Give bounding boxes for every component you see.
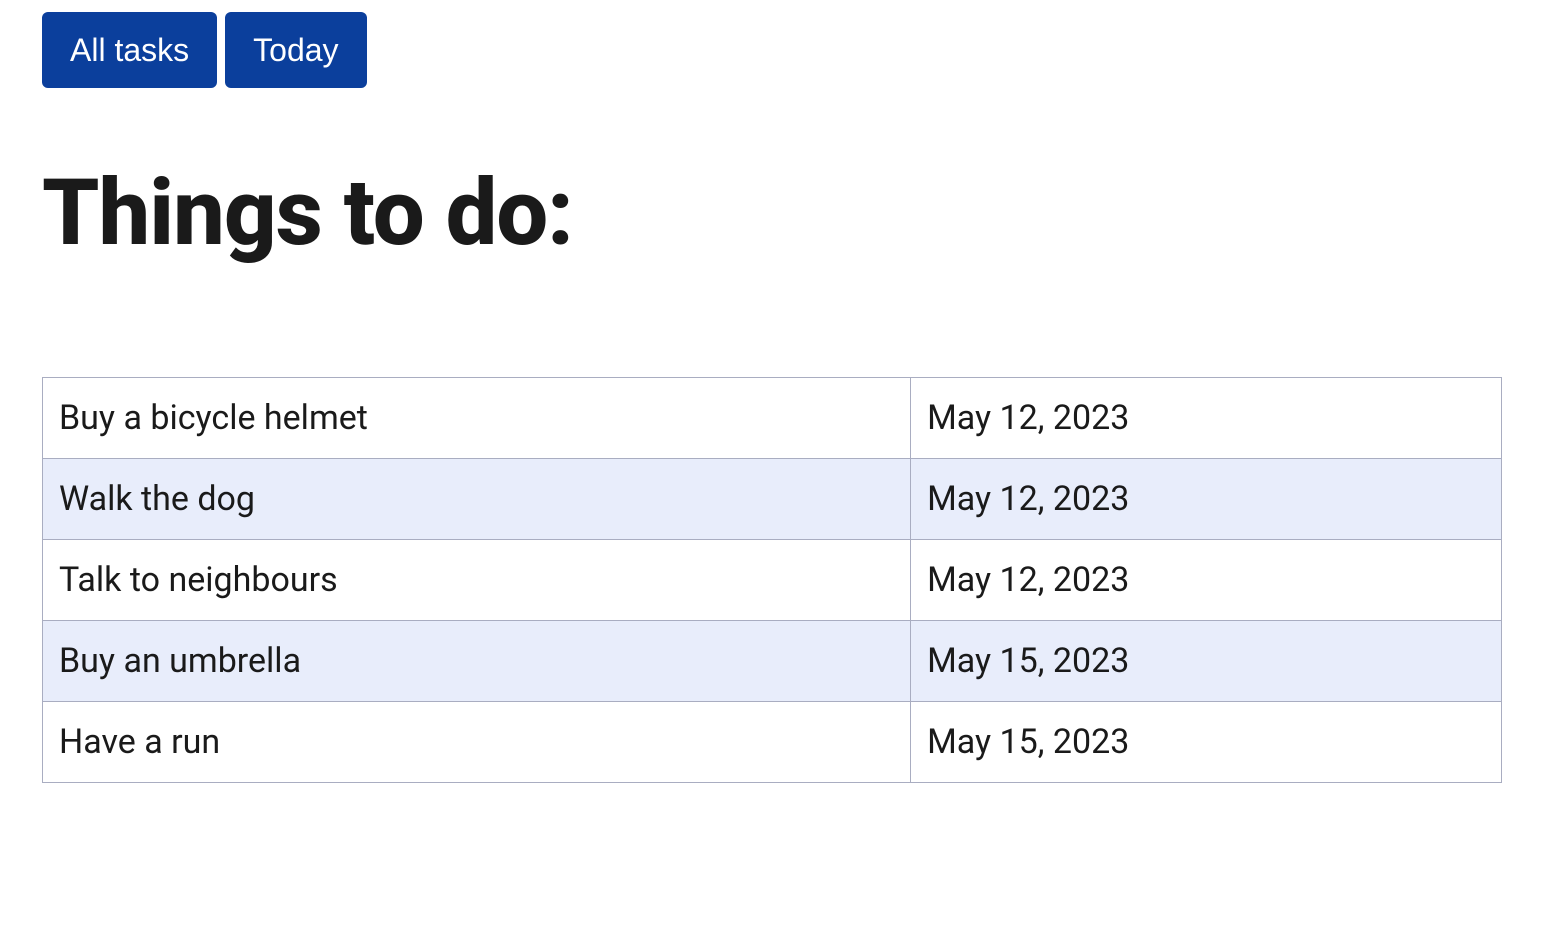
table-row: Buy a bicycle helmet May 12, 2023 [43,378,1502,459]
task-name-cell: Have a run [43,702,911,783]
table-row: Buy an umbrella May 15, 2023 [43,621,1502,702]
table-row: Have a run May 15, 2023 [43,702,1502,783]
task-name-cell: Buy an umbrella [43,621,911,702]
task-date-cell: May 12, 2023 [911,459,1502,540]
task-name-cell: Walk the dog [43,459,911,540]
table-row: Walk the dog May 12, 2023 [43,459,1502,540]
task-name-cell: Buy a bicycle helmet [43,378,911,459]
task-name-cell: Talk to neighbours [43,540,911,621]
task-date-cell: May 15, 2023 [911,702,1502,783]
today-button[interactable]: Today [225,12,366,88]
task-date-cell: May 15, 2023 [911,621,1502,702]
task-date-cell: May 12, 2023 [911,378,1502,459]
filter-buttons: All tasks Today [42,12,1502,88]
task-date-cell: May 12, 2023 [911,540,1502,621]
page-title: Things to do: [42,160,1502,267]
task-table: Buy a bicycle helmet May 12, 2023 Walk t… [42,377,1502,783]
all-tasks-button[interactable]: All tasks [42,12,217,88]
table-row: Talk to neighbours May 12, 2023 [43,540,1502,621]
